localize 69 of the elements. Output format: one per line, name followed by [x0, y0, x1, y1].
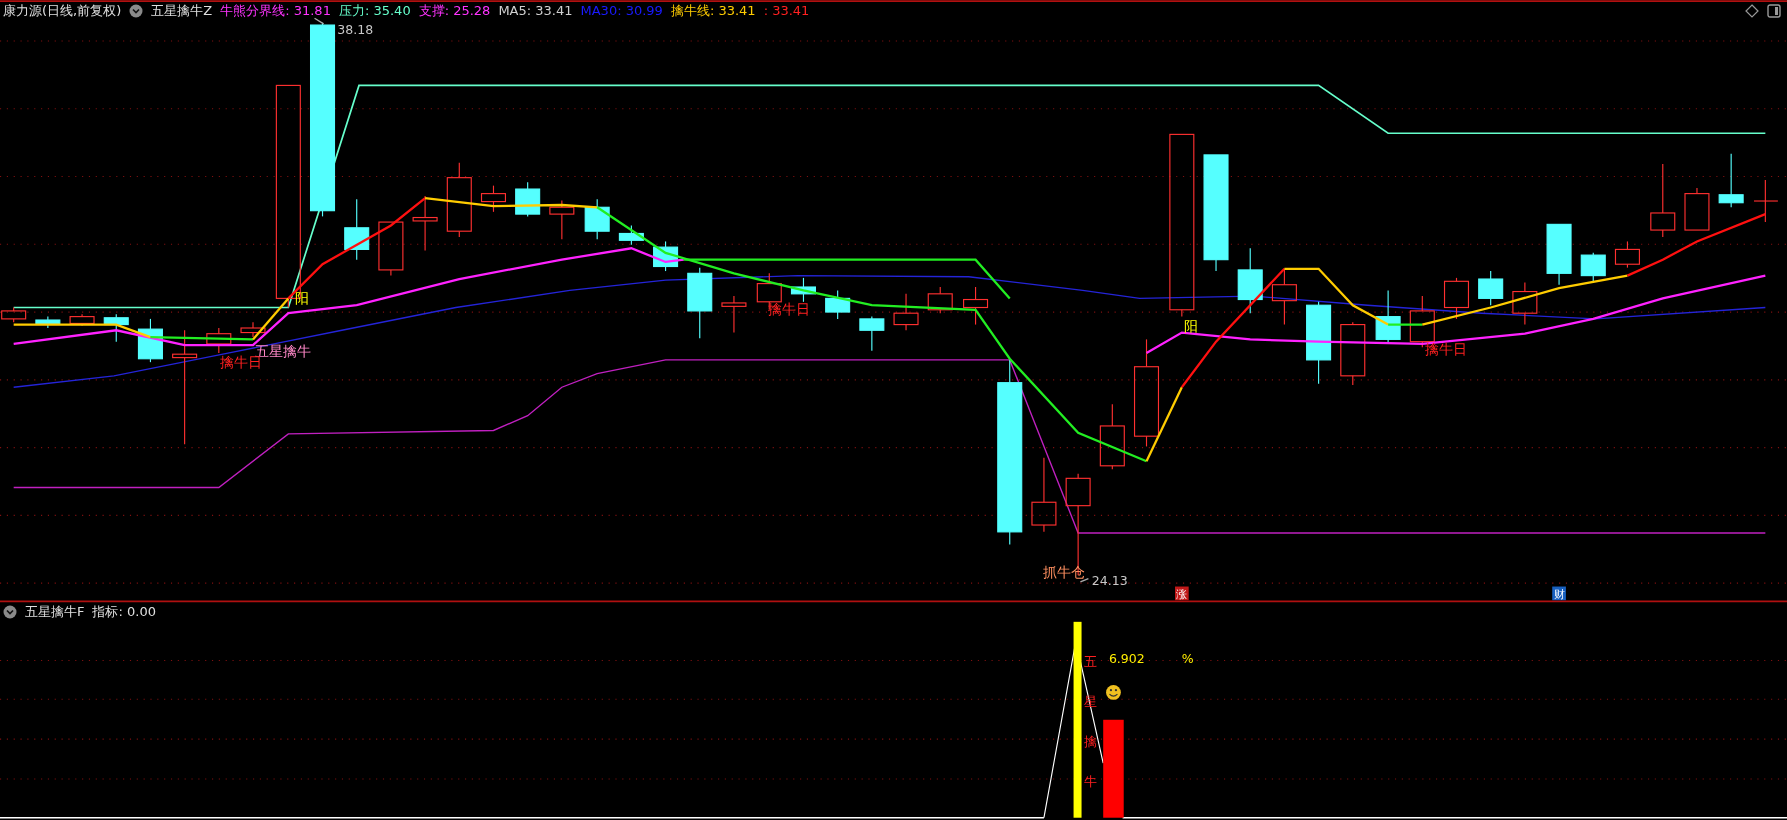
candlestick [344, 198, 370, 261]
candlestick [963, 286, 989, 326]
panel-toggle-icon[interactable] [1767, 4, 1781, 18]
candlestick [103, 313, 129, 343]
vertical-label-character: 牛 [1083, 773, 1097, 789]
signal-label: 阳 [295, 289, 310, 306]
candlestick [1580, 252, 1606, 283]
legend-value: 牛熊分界线: 31.81 [220, 2, 331, 20]
candlestick [859, 316, 885, 352]
legend-value: MA30: 30.99 [580, 2, 663, 20]
dropdown-icon[interactable] [129, 4, 144, 18]
candlestick [515, 181, 541, 217]
unit-label: % [1181, 650, 1194, 666]
legend-value: 支撑: 25.28 [418, 2, 491, 20]
candlestick [240, 321, 266, 338]
candlestick [1614, 240, 1640, 269]
signal-label: 阳 [1184, 318, 1199, 335]
price-label: 24.13 [1091, 573, 1128, 589]
indicator-value: 指标: 0.00 [92, 603, 156, 621]
candlestick [653, 240, 679, 272]
vertical-label-character: 五 [1083, 654, 1097, 670]
candlestick [206, 327, 232, 354]
candlestick [1099, 403, 1125, 470]
leader-line [313, 17, 325, 25]
candlestick [721, 295, 747, 334]
indicator-name: 五星擒牛F [25, 603, 85, 621]
candlestick [35, 316, 61, 329]
leader-line [1079, 577, 1090, 583]
candlestick [1512, 281, 1538, 326]
candlestick [1684, 187, 1710, 231]
candlestick [1340, 321, 1366, 386]
candlestick [825, 289, 851, 320]
candlestick [1375, 289, 1401, 345]
candlestick [687, 267, 713, 339]
candlestick [1478, 270, 1504, 306]
legend-value: 擒牛线: 33.41 [670, 2, 756, 20]
candlestick [893, 293, 919, 331]
candlestick [480, 185, 506, 213]
event-marker[interactable]: 涨 [1175, 586, 1189, 601]
candlestick [1237, 247, 1263, 314]
candlestick [927, 286, 953, 314]
candlestick [1, 306, 27, 323]
signal-label: 擒牛日 [768, 301, 811, 318]
signal-label: 抓牛仓 [1042, 564, 1085, 581]
candlestick [412, 195, 438, 252]
candlestick [790, 277, 816, 303]
vertical-label-character: 擒 [1083, 734, 1097, 749]
candlestick [549, 199, 575, 240]
signal-label: 擒牛日 [1424, 341, 1467, 358]
candlestick [1443, 277, 1470, 320]
legend-value: 压力: 35.40 [338, 2, 411, 20]
candlestick [584, 198, 610, 240]
candlestick [378, 221, 404, 277]
candlestick [1546, 223, 1572, 286]
legend-value: MA5: 33.41 [498, 2, 573, 20]
candlestick [618, 224, 644, 246]
diamond-icon[interactable] [1745, 4, 1759, 18]
candlestick [1271, 268, 1297, 326]
chart-title: 康力源(日线,前复权) [3, 2, 122, 20]
candlestick [137, 318, 163, 363]
legend-value: : 33.41 [763, 2, 810, 20]
indicator-name: 五星擒牛Z [151, 2, 213, 20]
smiley-icon [1106, 685, 1121, 700]
candlestick [1753, 179, 1779, 223]
price-label: 38.18 [337, 22, 374, 38]
percent-value: 6.902 [1108, 650, 1145, 666]
event-marker[interactable]: 财 [1552, 586, 1566, 601]
candlestick [1718, 153, 1744, 208]
dropdown-icon[interactable] [3, 605, 17, 619]
